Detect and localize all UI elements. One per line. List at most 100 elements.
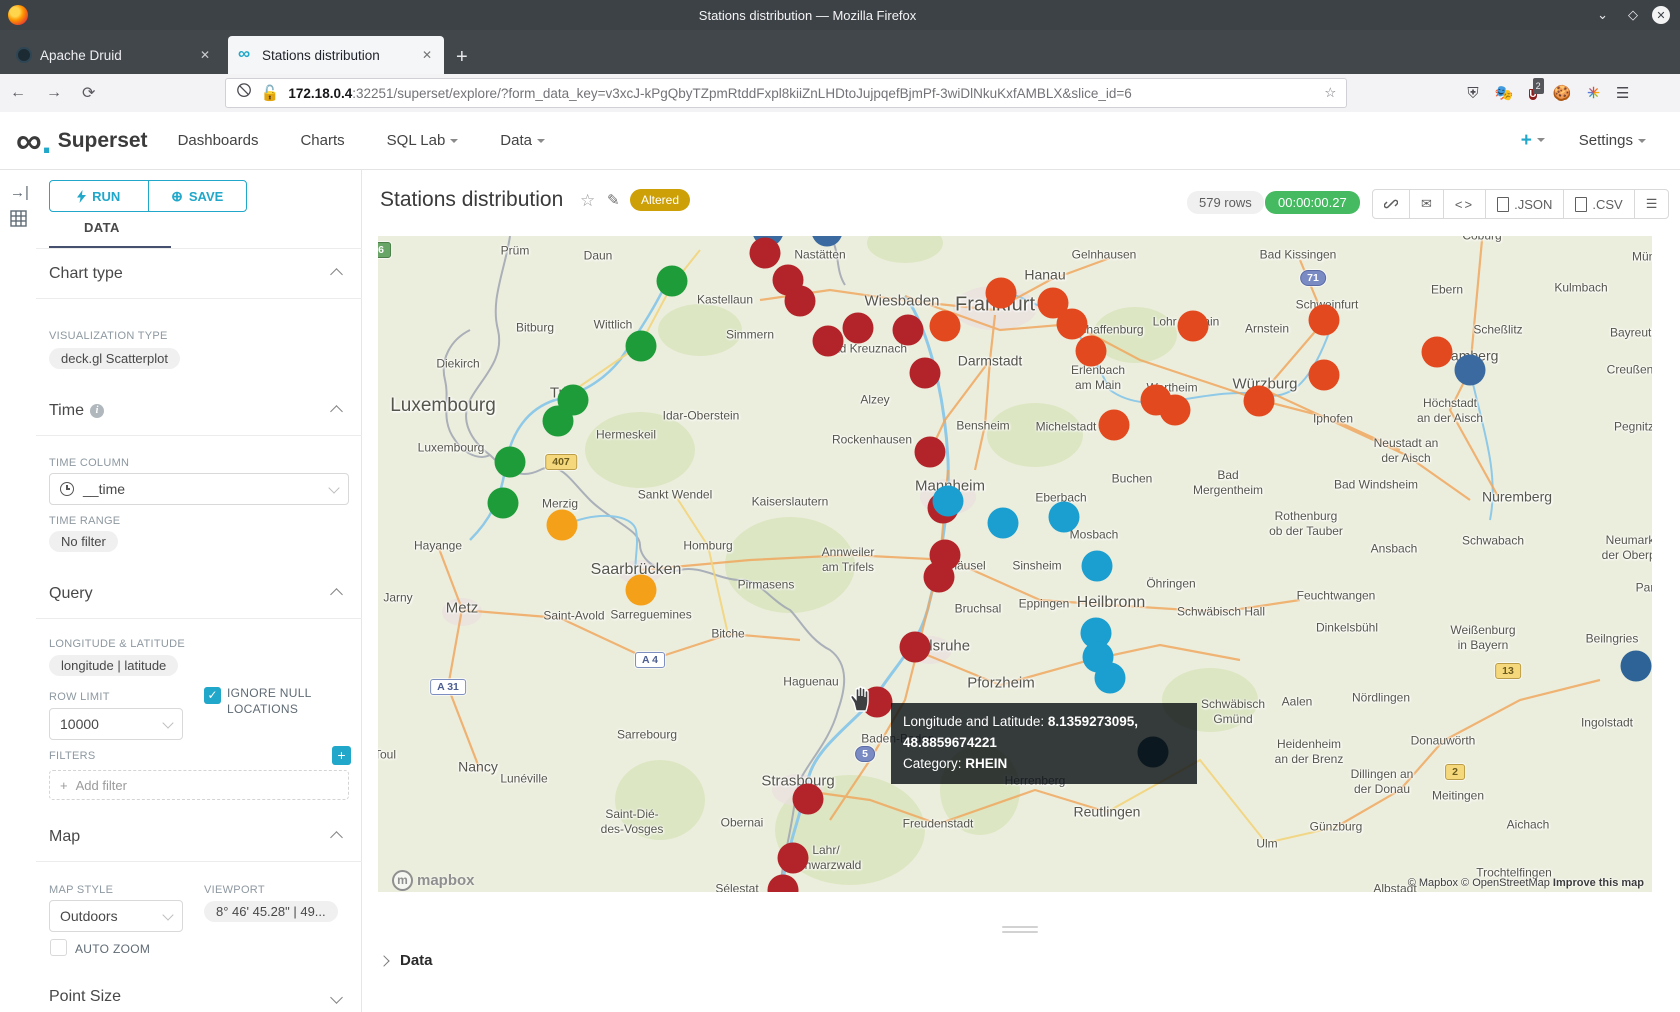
viz-type-value[interactable]: deck.gl Scatterplot xyxy=(49,348,180,369)
insecure-lock-icon[interactable]: 🔓 xyxy=(261,84,280,102)
scatter-point[interactable] xyxy=(785,286,816,317)
scatter-point[interactable] xyxy=(778,843,809,874)
lonlat-value[interactable]: longitude | latitude xyxy=(49,655,178,676)
scatter-point[interactable] xyxy=(657,266,688,297)
auto-zoom-checkbox[interactable] xyxy=(50,939,67,956)
scatter-point[interactable] xyxy=(1049,502,1080,533)
time-range-value[interactable]: No filter xyxy=(49,531,118,552)
scatter-point[interactable] xyxy=(915,437,946,468)
scatter-point[interactable] xyxy=(1455,355,1486,386)
resize-drag-handle[interactable] xyxy=(1002,926,1038,936)
tab-close-icon[interactable]: ✕ xyxy=(420,48,434,62)
pocket-shield-icon[interactable]: ⛨ xyxy=(1467,85,1478,102)
reload-icon[interactable]: ⟳ xyxy=(82,83,95,103)
scatter-point[interactable] xyxy=(988,508,1019,539)
scatter-point[interactable] xyxy=(924,562,955,593)
close-window-icon[interactable]: ✕ xyxy=(1652,6,1670,24)
scatter-point[interactable] xyxy=(1422,337,1453,368)
cookie-extension-icon[interactable]: 🍪 xyxy=(1553,84,1572,102)
altered-badge[interactable]: Altered xyxy=(630,189,690,211)
scatter-point[interactable] xyxy=(1309,360,1340,391)
deckgl-map[interactable]: PrümDaunKastellaunBitburgWittlichSimmern… xyxy=(378,236,1652,892)
scatter-point[interactable] xyxy=(930,311,961,342)
tab-data[interactable]: DATA xyxy=(84,220,120,235)
scatter-point[interactable] xyxy=(793,784,824,815)
url-bar[interactable]: 🛇 🔓 172.18.0.4:32251/superset/explore/?f… xyxy=(225,78,1347,108)
menu-hamburger-icon[interactable]: ☰ xyxy=(1616,84,1629,102)
save-button[interactable]: ⊕ SAVE xyxy=(149,181,247,211)
data-results-expander[interactable]: Data xyxy=(380,952,433,969)
add-filter-box[interactable]: +Add filter xyxy=(49,770,349,800)
scatter-point[interactable] xyxy=(488,488,519,519)
maximize-icon[interactable]: ◇ xyxy=(1628,7,1638,23)
scatter-point[interactable] xyxy=(495,447,526,478)
section-chart-type[interactable]: Chart type xyxy=(49,265,349,283)
scatter-point[interactable] xyxy=(1178,311,1209,342)
viewport-value[interactable]: 8° 46' 45.28" | 49... xyxy=(204,901,338,922)
scatter-point[interactable] xyxy=(626,575,657,606)
tab-apache-druid[interactable]: Apache Druid ✕ xyxy=(6,36,222,74)
scatter-point[interactable] xyxy=(543,406,574,437)
dataset-grid-icon[interactable] xyxy=(10,210,27,231)
settings-menu[interactable]: Settings xyxy=(1579,132,1646,149)
bookmark-star-icon[interactable]: ☆ xyxy=(1324,85,1336,101)
shield-permissions-icon[interactable]: 🛇 xyxy=(236,81,251,106)
mapbox-logo[interactable]: m mapbox xyxy=(392,870,475,891)
nav-sql-lab[interactable]: SQL Lab xyxy=(387,132,459,149)
tab-close-icon[interactable]: ✕ xyxy=(198,48,212,62)
scatter-point[interactable] xyxy=(1099,410,1130,441)
edit-title-icon[interactable]: ✎ xyxy=(607,191,620,209)
nav-data[interactable]: Data xyxy=(500,132,545,149)
superset-brand[interactable]: Superset xyxy=(58,129,148,153)
email-button[interactable]: ✉ xyxy=(1410,190,1444,218)
mask-extension-icon[interactable]: 🎭 xyxy=(1495,84,1514,102)
favorite-star-icon[interactable]: ☆ xyxy=(580,191,595,211)
nav-dashboards[interactable]: Dashboards xyxy=(178,132,259,149)
minimize-icon[interactable]: ⌄ xyxy=(1597,7,1608,23)
nav-charts[interactable]: Charts xyxy=(300,132,344,149)
back-icon[interactable]: ← xyxy=(10,84,26,102)
scatter-point[interactable] xyxy=(1076,336,1107,367)
scatter-point[interactable] xyxy=(900,632,931,663)
translate-extension-icon[interactable]: ✳ xyxy=(1587,84,1600,102)
add-new-button[interactable]: + xyxy=(1521,130,1545,152)
row-limit-select[interactable]: 10000 xyxy=(49,708,183,740)
scatter-point[interactable] xyxy=(1244,386,1275,417)
scatter-point[interactable] xyxy=(1160,395,1191,426)
scatter-point[interactable] xyxy=(1309,305,1340,336)
time-column-select[interactable]: __time xyxy=(49,473,349,505)
map-attribution[interactable]: © Mapbox © OpenStreetMap Improve this ma… xyxy=(1408,877,1644,889)
tab-stations-distribution[interactable]: ∞ Stations distribution ✕ xyxy=(228,36,444,74)
section-query[interactable]: Query xyxy=(49,585,349,603)
section-map[interactable]: Map xyxy=(49,828,349,846)
scatter-point[interactable] xyxy=(933,486,964,517)
more-options-button[interactable]: ☰ xyxy=(1635,190,1669,218)
export-csv-button[interactable]: .CSV xyxy=(1564,190,1634,218)
add-filter-plus-button[interactable]: + xyxy=(332,746,351,765)
section-point-size[interactable]: Point Size xyxy=(49,988,349,1006)
map-style-select[interactable]: Outdoors xyxy=(49,900,183,932)
scatter-point[interactable] xyxy=(843,313,874,344)
scatter-point[interactable] xyxy=(893,315,924,346)
scatter-point[interactable] xyxy=(626,331,657,362)
ublock-icon[interactable]: U2 xyxy=(1529,84,1536,103)
copy-link-button[interactable] xyxy=(1373,190,1410,218)
forward-icon[interactable]: → xyxy=(46,84,62,102)
scatter-point[interactable] xyxy=(986,278,1017,309)
collapse-panel-icon[interactable]: →| xyxy=(10,184,29,201)
ignore-null-checkbox[interactable]: ✓ xyxy=(204,687,221,704)
export-json-button[interactable]: .JSON xyxy=(1486,190,1564,218)
new-tab-button[interactable]: + xyxy=(456,40,468,74)
section-time[interactable]: Timei xyxy=(49,402,349,420)
scatter-point[interactable] xyxy=(813,326,844,357)
scatter-point[interactable] xyxy=(910,358,941,389)
scatter-point[interactable] xyxy=(1095,663,1126,694)
superset-logo[interactable]: ∞. xyxy=(16,121,52,161)
scatter-point[interactable] xyxy=(750,238,781,269)
scatter-point[interactable] xyxy=(547,510,578,541)
run-button[interactable]: RUN xyxy=(50,181,149,211)
scatter-point[interactable] xyxy=(1082,551,1113,582)
scatter-point[interactable] xyxy=(1057,309,1088,340)
scatter-point[interactable] xyxy=(1621,651,1652,682)
embed-code-button[interactable]: <> xyxy=(1444,190,1486,218)
